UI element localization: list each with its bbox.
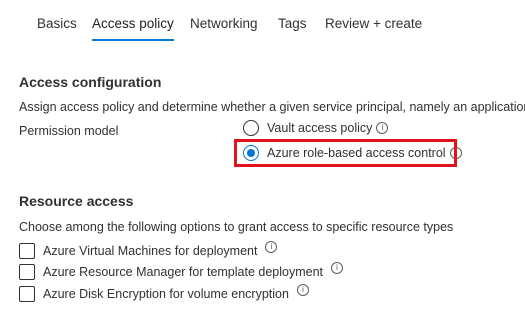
info-icon[interactable]: i [331,262,344,274]
tab-basics[interactable]: Basics [37,0,77,40]
arm-template-label: Azure Resource Manager for template depl… [43,265,324,279]
resource-access-description: Choose among the following options to gr… [19,220,454,234]
vault-access-policy-radio[interactable] [243,120,259,136]
vault-access-policy-option[interactable]: Vault access policy i [243,120,389,136]
tab-networking[interactable]: Networking [190,0,258,40]
tab-bar: Basics Access policy Networking Tags Rev… [0,0,525,42]
highlight-box [234,139,457,167]
vm-deployment-option[interactable]: Azure Virtual Machines for deployment i [19,241,278,259]
disk-encryption-option[interactable]: Azure Disk Encryption for volume encrypt… [19,284,309,302]
arm-template-option[interactable]: Azure Resource Manager for template depl… [19,262,344,280]
tab-access-policy[interactable]: Access policy [92,0,174,41]
info-icon[interactable]: i [376,122,389,134]
permission-model-label: Permission model [19,124,119,138]
vault-access-policy-label: Vault access policy [267,121,373,135]
tab-review-create[interactable]: Review + create [325,0,422,40]
vm-deployment-label: Azure Virtual Machines for deployment [43,244,258,258]
resource-access-heading: Resource access [19,193,134,209]
info-icon[interactable]: i [296,284,309,296]
vm-deployment-checkbox[interactable] [19,243,35,259]
info-icon[interactable]: i [265,241,278,253]
disk-encryption-checkbox[interactable] [19,286,35,302]
arm-template-checkbox[interactable] [19,264,35,280]
disk-encryption-label: Azure Disk Encryption for volume encrypt… [43,287,289,301]
access-configuration-description: Assign access policy and determine wheth… [19,100,525,114]
tab-tags[interactable]: Tags [278,0,307,40]
access-configuration-heading: Access configuration [19,74,162,90]
